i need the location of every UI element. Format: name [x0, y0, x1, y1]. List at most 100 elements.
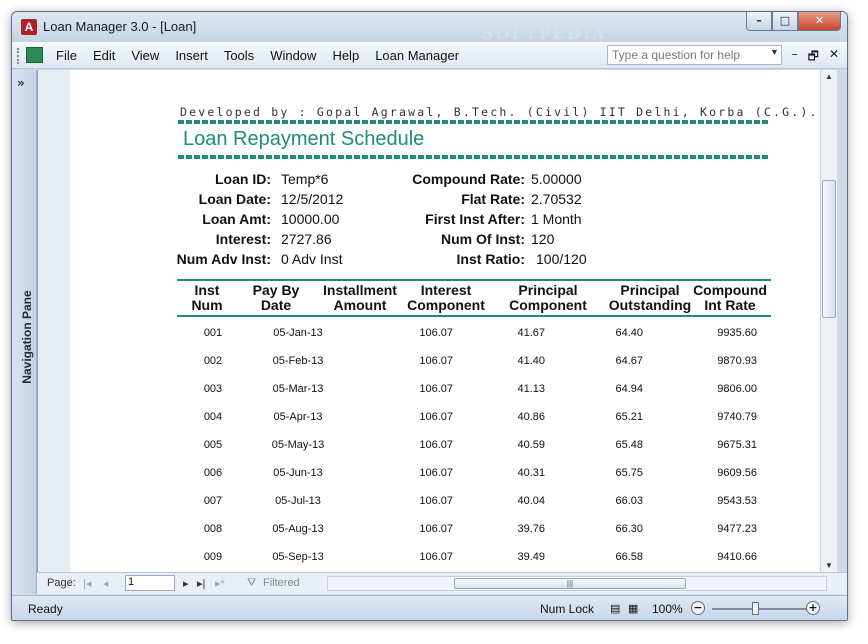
doc-close-button[interactable]: ✕	[829, 47, 839, 68]
interest-component-cell: 41.13	[517, 383, 545, 395]
interest-component-cell: 40.31	[517, 467, 545, 479]
document-icon[interactable]	[26, 47, 43, 63]
loan-id-label: Loan ID:	[215, 171, 271, 187]
principal-outstanding-cell: 9477.23	[717, 523, 757, 535]
principal-component-cell: 66.30	[615, 523, 643, 535]
loan-date-value: 12/5/2012	[281, 191, 344, 207]
scroll-up-arrow-icon[interactable]: ▲	[825, 72, 833, 81]
principal-outstanding-cell: 9609.56	[717, 467, 757, 479]
scroll-down-arrow-icon[interactable]: ▼	[825, 561, 833, 570]
inst-num-cell: 002	[203, 355, 223, 367]
doc-restore-button[interactable]: 🗗	[808, 47, 819, 68]
inst-num-cell: 008	[203, 523, 223, 535]
print-preview-icon[interactable]: ▦	[628, 602, 638, 615]
filtered-label[interactable]: Filtered	[263, 577, 300, 589]
table-header-top-rule	[177, 279, 771, 281]
col-header-line: Principal	[620, 282, 680, 298]
principal-outstanding-cell: 9806.00	[717, 383, 757, 395]
report-page: Developed by : Gopal Agrawal, B.Tech. (C…	[71, 70, 831, 572]
vertical-scroll-thumb[interactable]	[822, 180, 836, 318]
menu-bar: File Edit View Insert Tools Window Help …	[12, 42, 847, 69]
menu-loan-manager[interactable]: Loan Manager	[375, 48, 459, 63]
menu-view[interactable]: View	[131, 48, 159, 63]
principal-outstanding-cell: 9870.93	[717, 355, 757, 367]
col-header-line: Amount	[333, 297, 387, 313]
table-row: 00805-Aug-13106.0739.7666.309477.235.000…	[177, 523, 831, 551]
table-row: 00605-Jun-13106.0740.3165.759609.565.000…	[177, 467, 831, 495]
principal-component-cell: 65.21	[615, 411, 643, 423]
inst-num-cell: 005	[203, 439, 223, 451]
inst-num-cell: 006	[203, 467, 223, 479]
col-header-line: Pay By	[252, 282, 300, 298]
col-header-interest-component: Interest Component	[405, 283, 487, 313]
report-view-icon[interactable]: ▤	[610, 602, 620, 615]
loan-amt-label: Loan Amt:	[202, 211, 271, 227]
doc-minimize-button[interactable]: –	[792, 47, 798, 68]
menu-help[interactable]: Help	[332, 48, 359, 63]
interest-component-cell: 39.76	[517, 523, 545, 535]
loan-id-value: Temp*6	[281, 171, 329, 187]
new-record-button[interactable]: ▸*	[215, 577, 225, 590]
table-row: 00505-May-13106.0740.5965.489675.315.000…	[177, 439, 831, 467]
navigation-pane[interactable]: » Navigation Pane	[12, 70, 37, 594]
next-page-button[interactable]: ▸	[183, 577, 189, 590]
filter-icon[interactable]: ⛛	[247, 577, 256, 590]
navigation-pane-label[interactable]: Navigation Pane	[20, 282, 34, 392]
installment-amount-cell: 106.07	[419, 495, 453, 507]
menu-tools[interactable]: Tools	[224, 48, 254, 63]
last-page-button[interactable]: ▸|	[197, 577, 205, 590]
flat-rate-value: 2.70532	[531, 191, 582, 207]
col-header-compound-int-rate: Compound Int Rate	[693, 283, 767, 313]
zoom-slider-thumb[interactable]	[752, 602, 759, 615]
minimize-button[interactable]: –	[746, 12, 772, 31]
table-header-bottom-rule	[177, 315, 771, 317]
principal-outstanding-cell: 9675.31	[717, 439, 757, 451]
chevron-down-icon[interactable]: ▼	[770, 47, 779, 57]
compound-rate-value: 5.00000	[531, 171, 582, 187]
principal-component-cell: 66.58	[615, 551, 643, 563]
inst-num-cell: 003	[203, 383, 223, 395]
menu-file[interactable]: File	[56, 48, 77, 63]
table-row: 00105-Jan-13106.0741.6764.409935.605.000…	[177, 327, 831, 355]
help-search-input[interactable]: Type a question for help	[607, 45, 782, 65]
maximize-button[interactable]: □	[772, 12, 798, 31]
col-header-principal-outstanding: Principal Outstanding	[605, 283, 695, 313]
zoom-in-button[interactable]: +	[806, 601, 820, 615]
principal-component-cell: 64.94	[615, 383, 643, 395]
table-row: 00705-Jul-13106.0740.0466.039543.535.000…	[177, 495, 831, 523]
principal-component-cell: 65.48	[615, 439, 643, 451]
interest-component-cell: 39.49	[517, 551, 545, 563]
zoom-level[interactable]: 100%	[652, 602, 683, 616]
installment-amount-cell: 106.07	[419, 383, 453, 395]
interest-value: 2727.86	[281, 231, 332, 247]
page-number-input[interactable]: 1	[125, 575, 175, 591]
title-bar[interactable]: A Loan Manager 3.0 - [Loan] SOFTPEDIA – …	[12, 12, 847, 43]
col-header-inst-num: Inst Num	[177, 283, 237, 313]
close-button[interactable]: ✕	[798, 12, 841, 31]
zoom-slider-track[interactable]	[712, 608, 812, 610]
col-header-principal-component: Principal Component	[505, 283, 591, 313]
compound-rate-label: Compound Rate:	[412, 171, 525, 187]
access-app-icon[interactable]: A	[21, 19, 37, 35]
horizontal-scroll-thumb[interactable]: |||	[454, 578, 686, 589]
installment-amount-cell: 106.07	[419, 355, 453, 367]
menu-edit[interactable]: Edit	[93, 48, 115, 63]
inst-num-cell: 004	[203, 411, 223, 423]
prev-page-button[interactable]: ◂	[103, 577, 109, 590]
col-header-line: Compound	[693, 282, 767, 298]
menu-insert[interactable]: Insert	[175, 48, 208, 63]
num-of-inst-label: Num Of Inst:	[441, 231, 525, 247]
first-page-button[interactable]: |◂	[83, 577, 91, 590]
num-lock-indicator: Num Lock	[540, 602, 595, 616]
status-bar: Ready Num Lock ▤ ▦ 100% − +	[12, 595, 847, 620]
horizontal-scrollbar[interactable]: |||	[327, 576, 827, 591]
title-divider-top	[178, 120, 770, 124]
toolbar-grip[interactable]	[17, 48, 20, 64]
title-divider-bottom	[178, 155, 770, 159]
page-label: Page:	[47, 577, 76, 589]
window-controls: – □ ✕	[746, 12, 841, 32]
vertical-scrollbar[interactable]: ▲ ▼	[820, 70, 837, 572]
expand-navpane-button[interactable]: »	[17, 76, 25, 90]
zoom-out-button[interactable]: −	[691, 601, 705, 615]
menu-window[interactable]: Window	[270, 48, 316, 63]
